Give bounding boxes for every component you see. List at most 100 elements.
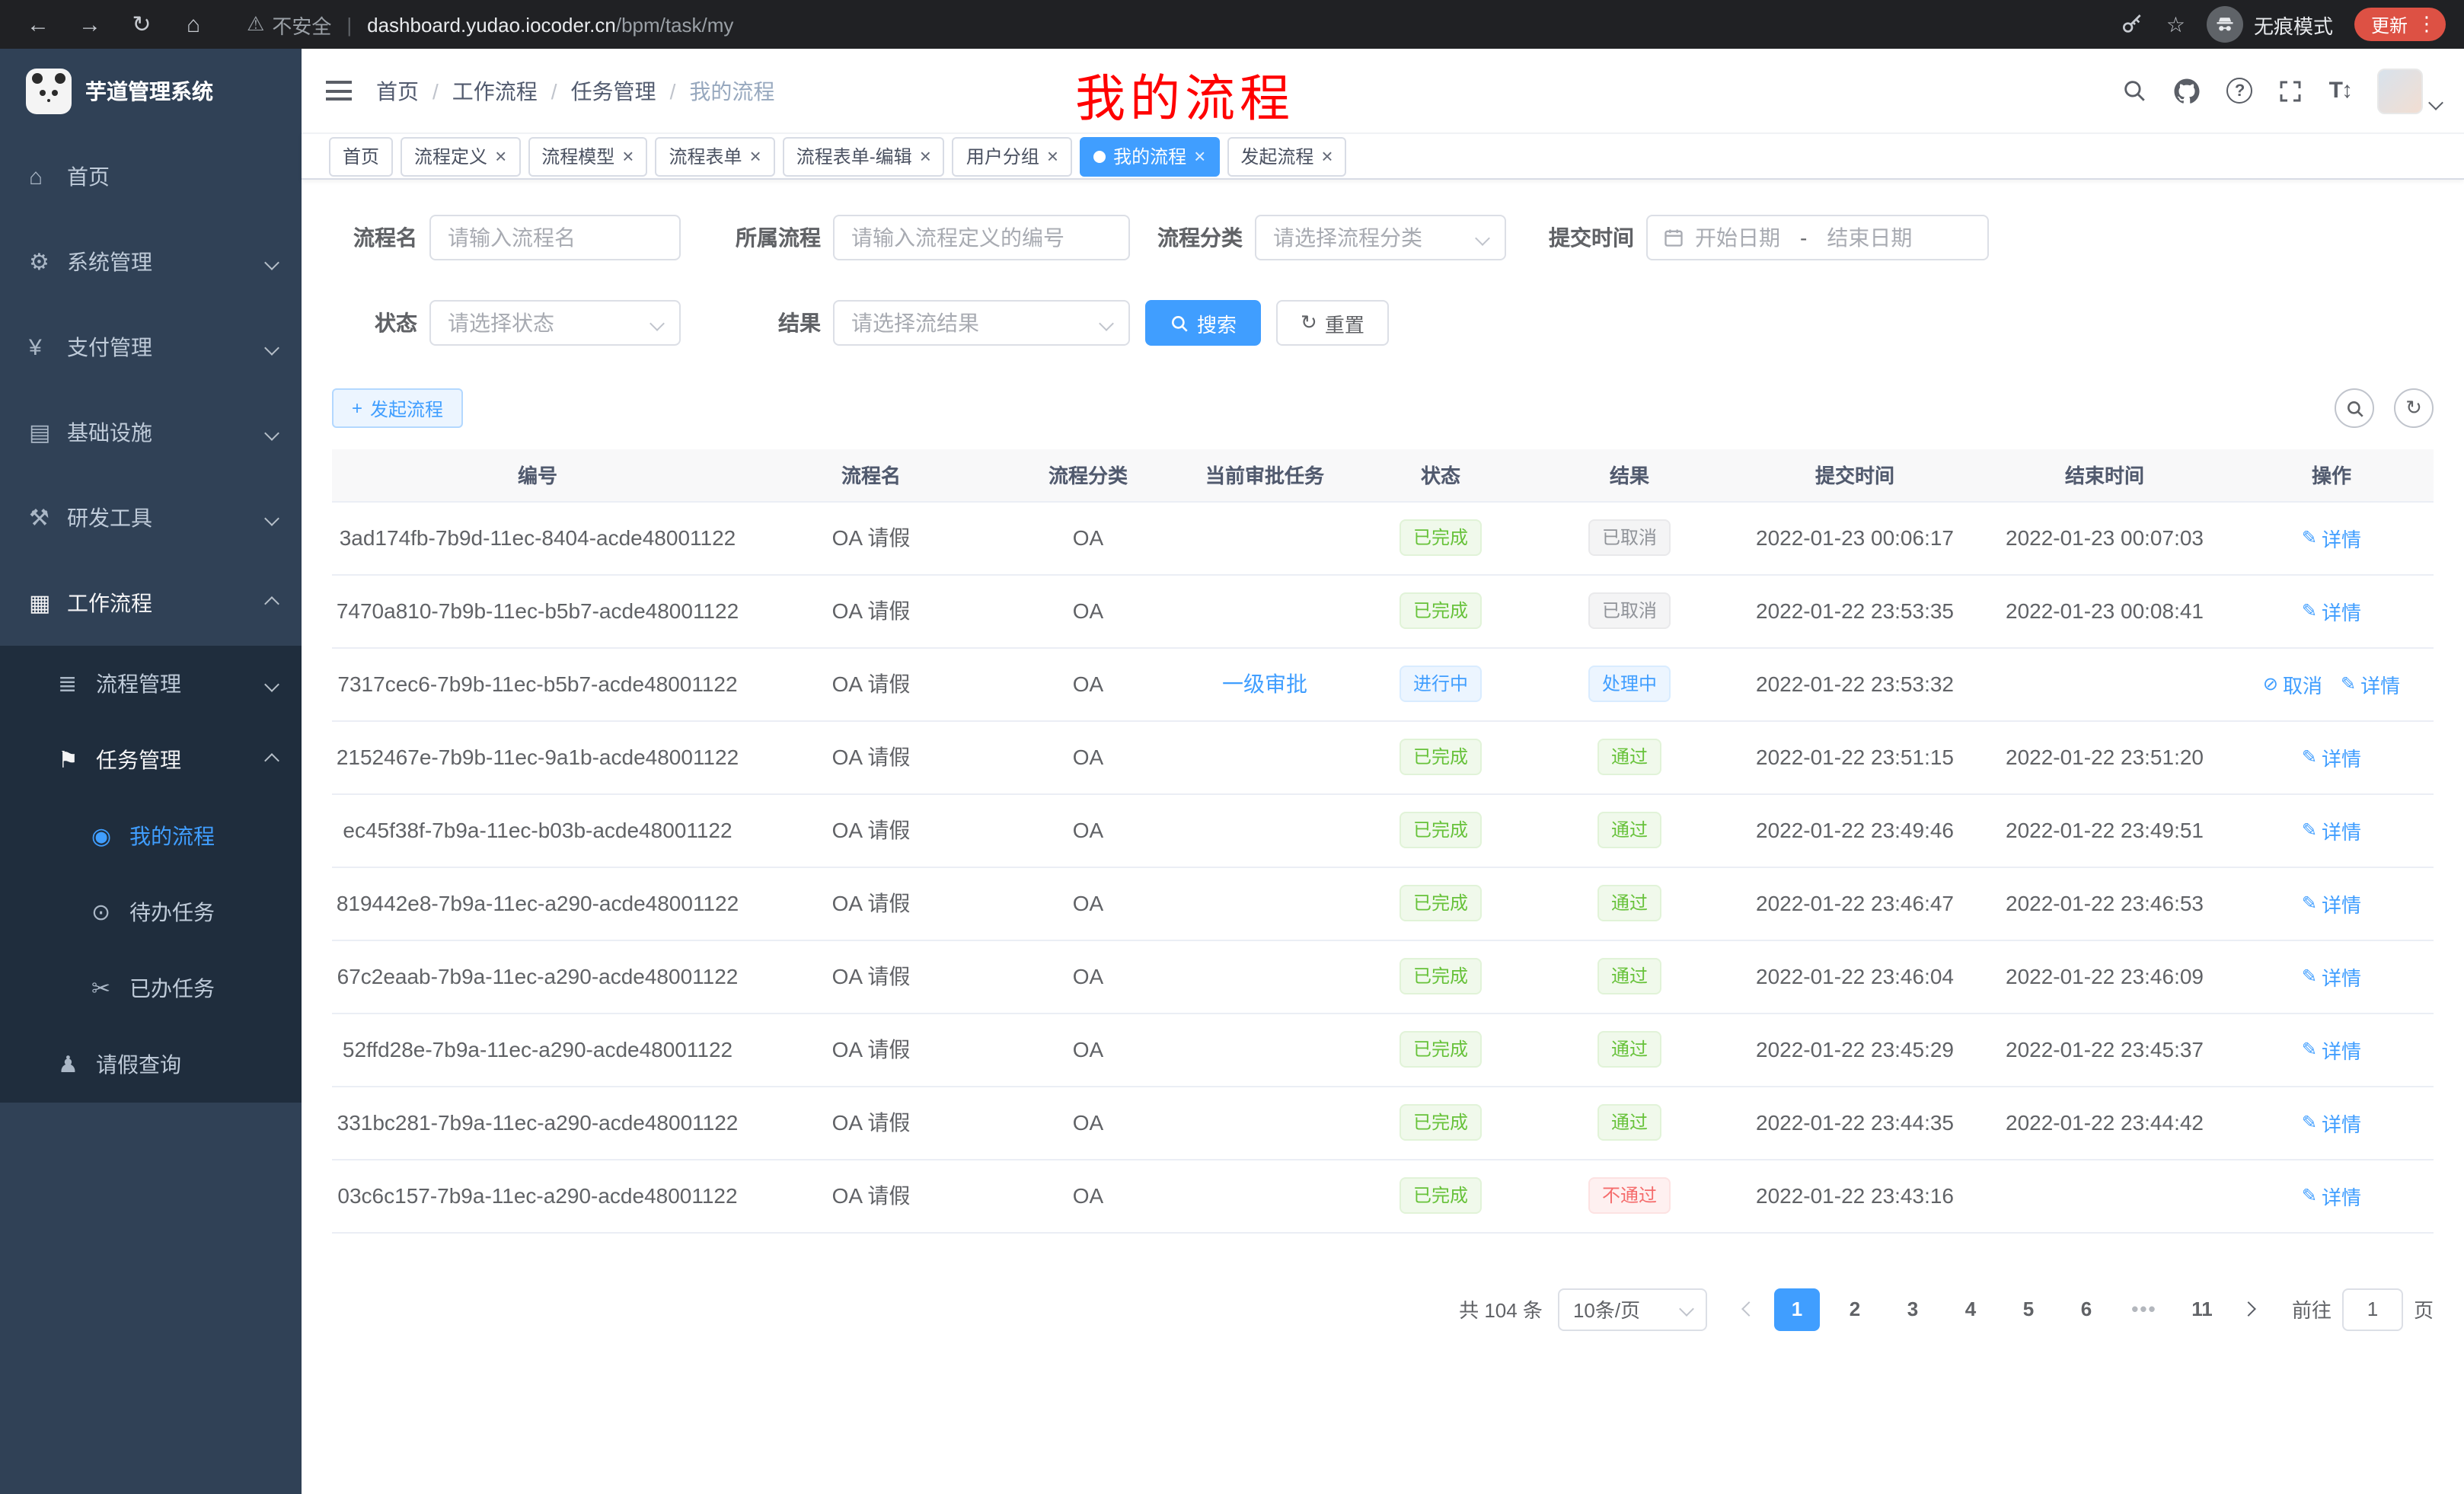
process-name-input[interactable] bbox=[429, 215, 681, 260]
header-search-icon[interactable] bbox=[2122, 78, 2148, 104]
sidebar-item-todo-task[interactable]: ⊙待办任务 bbox=[0, 874, 302, 950]
sidebar-item-devtools[interactable]: ⚒研发工具 bbox=[0, 475, 302, 560]
tab-user-group[interactable]: 用户分组× bbox=[953, 136, 1072, 176]
submit-time-cell: 2022-01-23 00:06:17 bbox=[1730, 501, 1980, 574]
sidebar-item-system[interactable]: ⚙系统管理 bbox=[0, 219, 302, 305]
search-button[interactable]: 搜索 bbox=[1145, 300, 1261, 346]
help-icon[interactable]: ? bbox=[2227, 78, 2253, 104]
result-badge: 通过 bbox=[1597, 739, 1661, 775]
password-key-icon[interactable] bbox=[2121, 12, 2145, 37]
page-button-1[interactable]: 1 bbox=[1774, 1288, 1820, 1330]
close-icon[interactable]: × bbox=[920, 146, 931, 166]
bookmark-star-icon[interactable]: ☆ bbox=[2166, 11, 2185, 37]
browser-forward-icon[interactable]: → bbox=[70, 5, 110, 44]
close-icon[interactable]: × bbox=[495, 146, 506, 166]
tab-process-form[interactable]: 流程表单× bbox=[655, 136, 774, 176]
close-icon[interactable]: × bbox=[1194, 146, 1205, 166]
app-logo[interactable]: 芋道管理系统 bbox=[0, 49, 302, 134]
detail-link[interactable]: ✎详情 bbox=[2302, 1108, 2361, 1137]
address-bar[interactable]: dashboard.yudao.iocoder.cn/bpm/task/my bbox=[367, 13, 733, 36]
close-icon[interactable]: × bbox=[622, 146, 634, 166]
tab-process-model[interactable]: 流程模型× bbox=[528, 136, 647, 176]
edit-icon: ✎ bbox=[2302, 892, 2317, 914]
page-button-11[interactable]: 11 bbox=[2179, 1288, 2225, 1330]
tab-my-process[interactable]: 我的流程× bbox=[1080, 136, 1219, 176]
page-button-4[interactable]: 4 bbox=[1948, 1288, 1993, 1330]
detail-link[interactable]: ✎详情 bbox=[2302, 1035, 2361, 1064]
detail-label: 详情 bbox=[2360, 669, 2400, 698]
detail-link[interactable]: ✎详情 bbox=[2302, 1181, 2361, 1210]
fullscreen-icon[interactable] bbox=[2279, 78, 2303, 103]
detail-link[interactable]: ✎详情 bbox=[2341, 669, 2400, 698]
status-select[interactable]: 请选择状态 bbox=[429, 300, 681, 346]
status-badge: 已完成 bbox=[1400, 812, 1482, 848]
github-icon[interactable] bbox=[2174, 77, 2201, 104]
browser-menu-icon[interactable]: ⋮ bbox=[2417, 12, 2437, 37]
process-category-cell: OA bbox=[999, 1086, 1177, 1159]
detail-link[interactable]: ✎详情 bbox=[2302, 523, 2361, 552]
page-size-select[interactable]: 10条/页 bbox=[1558, 1288, 1707, 1330]
detail-link[interactable]: ✎详情 bbox=[2302, 816, 2361, 844]
result-badge: 通过 bbox=[1597, 812, 1661, 848]
browser-home-icon[interactable]: ⌂ bbox=[174, 5, 213, 44]
detail-link[interactable]: ✎详情 bbox=[2302, 596, 2361, 625]
page-button-6[interactable]: 6 bbox=[2063, 1288, 2109, 1330]
tab-home[interactable]: 首页 bbox=[329, 136, 393, 176]
close-icon[interactable]: × bbox=[1321, 146, 1333, 166]
detail-link[interactable]: ✎详情 bbox=[2302, 889, 2361, 918]
browser-back-icon[interactable]: ← bbox=[18, 5, 58, 44]
sidebar-item-task-management[interactable]: ⚑任务管理 bbox=[0, 722, 302, 798]
hamburger-icon bbox=[326, 81, 352, 101]
submit-time-range[interactable]: 开始日期 - 结束日期 bbox=[1646, 215, 1989, 260]
next-page-button[interactable] bbox=[2228, 1288, 2271, 1330]
process-def-input[interactable] bbox=[833, 215, 1130, 260]
table-row: 67c2eaab-7b9a-11ec-a290-acde48001122OA 请… bbox=[332, 940, 2434, 1013]
close-icon[interactable]: × bbox=[1047, 146, 1058, 166]
sidebar-item-infrastructure[interactable]: ▤基础设施 bbox=[0, 390, 302, 475]
page-button-3[interactable]: 3 bbox=[1890, 1288, 1936, 1330]
current-task-link[interactable]: 一级审批 bbox=[1222, 672, 1307, 696]
search-toggle-button[interactable] bbox=[2335, 388, 2374, 428]
browser-update-button[interactable]: 更新 ⋮ bbox=[2354, 8, 2446, 41]
page-button-2[interactable]: 2 bbox=[1832, 1288, 1878, 1330]
eye-icon: ⊙ bbox=[91, 899, 129, 926]
breadcrumb-home[interactable]: 首页 bbox=[376, 75, 419, 106]
reset-button[interactable]: ↻ 重置 bbox=[1276, 300, 1389, 346]
create-process-button[interactable]: + 发起流程 bbox=[332, 388, 463, 428]
status-badge: 已完成 bbox=[1400, 958, 1482, 994]
category-select[interactable]: 请选择流程分类 bbox=[1255, 215, 1506, 260]
font-size-icon[interactable]: T↕ bbox=[2329, 78, 2351, 104]
detail-label: 详情 bbox=[2322, 1181, 2361, 1210]
refresh-table-button[interactable]: ↻ bbox=[2394, 388, 2434, 428]
sidebar-item-workflow[interactable]: ▦工作流程 bbox=[0, 560, 302, 646]
detail-label: 详情 bbox=[2322, 962, 2361, 991]
prev-page-button[interactable] bbox=[1728, 1288, 1771, 1330]
browser-reload-icon[interactable]: ↻ bbox=[122, 5, 161, 44]
tab-process-form-edit[interactable]: 流程表单-编辑× bbox=[783, 136, 945, 176]
detail-link[interactable]: ✎详情 bbox=[2302, 742, 2361, 771]
sidebar-item-leave-query[interactable]: ♟请假查询 bbox=[0, 1026, 302, 1103]
more-pages-button[interactable]: ••• bbox=[2121, 1288, 2167, 1330]
sidebar-item-payment[interactable]: ¥支付管理 bbox=[0, 305, 302, 390]
detail-link[interactable]: ✎详情 bbox=[2302, 962, 2361, 991]
close-icon[interactable]: × bbox=[750, 146, 761, 166]
goto-page-input[interactable] bbox=[2342, 1288, 2403, 1330]
sidebar-item-home[interactable]: ⌂首页 bbox=[0, 134, 302, 219]
sidebar-item-done-task[interactable]: ✂已办任务 bbox=[0, 950, 302, 1026]
breadcrumb-workflow[interactable]: 工作流程 bbox=[452, 75, 538, 106]
sidebar-toggle-button[interactable] bbox=[326, 81, 352, 101]
sidebar-item-process-management[interactable]: ≣流程管理 bbox=[0, 646, 302, 722]
user-menu[interactable] bbox=[2377, 68, 2441, 113]
status-cell: 已完成 bbox=[1352, 1159, 1529, 1232]
breadcrumb-task-management[interactable]: 任务管理 bbox=[571, 75, 656, 106]
cancel-link[interactable]: ⊘取消 bbox=[2263, 669, 2322, 698]
tab-process-definition[interactable]: 流程定义× bbox=[401, 136, 520, 176]
task-flag-icon: ⚑ bbox=[58, 746, 96, 774]
result-select[interactable]: 请选择流结果 bbox=[833, 300, 1130, 346]
site-security[interactable]: ⚠ 不安全 bbox=[247, 10, 331, 39]
tab-start-process[interactable]: 发起流程× bbox=[1227, 136, 1346, 176]
sidebar-item-my-process[interactable]: ◉我的流程 bbox=[0, 798, 302, 874]
user-icon: ♟ bbox=[58, 1051, 96, 1078]
page-button-5[interactable]: 5 bbox=[2006, 1288, 2051, 1330]
workflow-icon: ▦ bbox=[29, 589, 67, 617]
